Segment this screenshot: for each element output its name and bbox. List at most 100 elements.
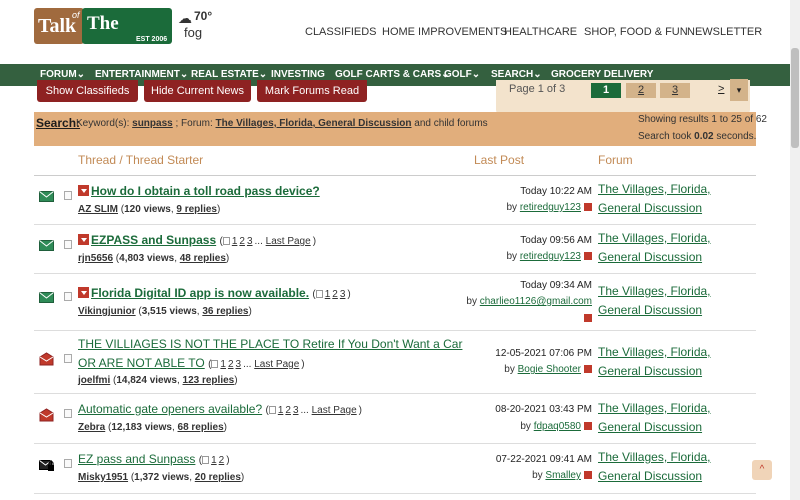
thread-last-page[interactable]: Last Page bbox=[312, 405, 357, 416]
table-row: Florida Digital ID app is now available.… bbox=[34, 274, 756, 331]
thread-page-2[interactable]: 2 bbox=[239, 236, 245, 247]
nav-real-estate[interactable]: REAL ESTATE⌄ bbox=[191, 69, 267, 80]
thread-page-1[interactable]: 1 bbox=[211, 455, 217, 466]
thread-page-3[interactable]: 3 bbox=[247, 236, 253, 247]
page-2[interactable]: 2 bbox=[626, 83, 656, 98]
top-nav-classifieds[interactable]: CLASSIFIEDS bbox=[305, 26, 377, 38]
show-classifieds-button[interactable]: Show Classifieds bbox=[37, 80, 138, 102]
top-nav-home-improvements[interactable]: HOME IMPROVEMENTS bbox=[382, 26, 507, 38]
table-row: THE VILLIAGES IS NOT THE PLACE TO Retire… bbox=[34, 331, 756, 394]
starter-name[interactable]: Zebra bbox=[78, 422, 105, 433]
go-to-last-post-icon[interactable] bbox=[584, 203, 592, 211]
top-nav-healthcare[interactable]: HEALTHCARE bbox=[504, 26, 577, 38]
last-poster[interactable]: Bogie Shooter bbox=[518, 364, 581, 375]
mark-forums-read-button[interactable]: Mark Forums Read bbox=[257, 80, 367, 102]
envelope-icon bbox=[39, 240, 54, 251]
starter-name[interactable]: joelfmi bbox=[78, 375, 110, 386]
nav-investing[interactable]: INVESTING bbox=[271, 69, 325, 80]
nav-entertainment[interactable]: ENTERTAINMENT⌄ bbox=[95, 69, 188, 80]
nav-entertainment-label: ENTERTAINMENT bbox=[95, 69, 180, 80]
reply-count[interactable]: 48 replies bbox=[180, 253, 226, 264]
last-poster[interactable]: fdpaq0580 bbox=[534, 421, 581, 432]
thread-page-1[interactable]: 1 bbox=[325, 289, 331, 300]
thread-forum[interactable]: The Villages, Florida, General Discussio… bbox=[598, 229, 756, 267]
nav-grocery-delivery[interactable]: GROCERY DELIVERY bbox=[551, 69, 653, 80]
nav-golf[interactable]: GOLF⌄ bbox=[444, 69, 480, 80]
next-page-link[interactable]: > bbox=[718, 83, 724, 95]
last-post-date: 12-05-2021 07:06 PM bbox=[495, 348, 592, 359]
thread-icon bbox=[64, 191, 72, 200]
multipage-icon bbox=[315, 290, 323, 298]
thread-forum[interactable]: The Villages, Florida, General Discussio… bbox=[598, 282, 756, 320]
thread-title[interactable]: Florida Digital ID app is now available. bbox=[91, 286, 309, 300]
last-poster[interactable]: retiredguy123 bbox=[520, 202, 581, 213]
thread-page-3[interactable]: 3 bbox=[236, 359, 242, 370]
thread-forum[interactable]: The Villages, Florida, General Discussio… bbox=[598, 448, 756, 486]
thread-page-1[interactable]: 1 bbox=[232, 236, 238, 247]
page-1[interactable]: 1 bbox=[591, 83, 621, 98]
multipage-icon bbox=[202, 456, 210, 464]
last-post-by: by fdpaq0580 bbox=[520, 421, 592, 432]
go-to-last-post-icon[interactable] bbox=[584, 471, 592, 479]
thread-starter: Zebra (12,183 views, 68 replies) bbox=[78, 422, 228, 433]
last-poster[interactable]: charlieo1126@gmail.com bbox=[480, 296, 592, 307]
search-forum[interactable]: The Villages, Florida, General Discussio… bbox=[216, 118, 412, 129]
thread-page-2[interactable]: 2 bbox=[219, 455, 225, 466]
thread-last-page[interactable]: Last Page bbox=[254, 359, 299, 370]
last-poster[interactable]: retiredguy123 bbox=[520, 251, 581, 262]
thread-page-2[interactable]: 2 bbox=[228, 359, 234, 370]
starter-name[interactable]: Misky1951 bbox=[78, 472, 128, 483]
page-3[interactable]: 3 bbox=[660, 83, 690, 98]
thread-page-3[interactable]: 3 bbox=[293, 405, 299, 416]
page-jump-dropdown[interactable]: ▾ bbox=[730, 79, 748, 101]
go-to-last-post-icon[interactable] bbox=[584, 314, 592, 322]
thread-forum[interactable]: The Villages, Florida, General Discussio… bbox=[598, 343, 756, 381]
go-to-last-post-icon[interactable] bbox=[584, 422, 592, 430]
thread-page-1[interactable]: 1 bbox=[278, 405, 284, 416]
nav-forum[interactable]: FORUM⌄ bbox=[40, 69, 85, 80]
thread-icon bbox=[64, 354, 72, 363]
thread-forum[interactable]: The Villages, Florida, General Discussio… bbox=[598, 399, 756, 437]
go-to-first-unread-icon[interactable] bbox=[78, 287, 89, 298]
reply-count[interactable]: 20 replies bbox=[195, 472, 241, 483]
last-poster[interactable]: Smalley bbox=[545, 470, 581, 481]
search-keyword[interactable]: sunpass bbox=[132, 118, 173, 129]
go-to-last-post-icon[interactable] bbox=[584, 252, 592, 260]
vertical-scrollbar[interactable] bbox=[790, 0, 800, 500]
thread-page-1[interactable]: 1 bbox=[220, 359, 226, 370]
back-to-top-button[interactable]: ^ bbox=[752, 460, 772, 480]
column-thread[interactable]: Thread / Thread Starter bbox=[78, 153, 203, 167]
reply-count[interactable]: 123 replies bbox=[183, 375, 235, 386]
thread-title[interactable]: EZPASS and Sunpass bbox=[91, 233, 216, 247]
last-post-by: by retiredguy123 bbox=[507, 202, 592, 213]
thread-title[interactable]: EZ pass and Sunpass bbox=[78, 452, 195, 466]
hide-current-news-button[interactable]: Hide Current News bbox=[144, 80, 251, 102]
thread-page-2[interactable]: 2 bbox=[285, 405, 291, 416]
reply-count[interactable]: 36 replies bbox=[202, 306, 248, 317]
thread-last-page[interactable]: Last Page bbox=[266, 236, 311, 247]
go-to-first-unread-icon[interactable] bbox=[78, 185, 89, 196]
go-to-first-unread-icon[interactable] bbox=[78, 234, 89, 245]
reply-count[interactable]: 68 replies bbox=[178, 422, 224, 433]
thread-forum[interactable]: The Villages, Florida, General Discussio… bbox=[598, 180, 756, 218]
column-last-post[interactable]: Last Post bbox=[474, 153, 524, 167]
starter-name[interactable]: AZ SLIM bbox=[78, 204, 118, 215]
nav-golf-carts[interactable]: GOLF CARTS & CARS⌄ bbox=[335, 69, 450, 80]
nav-search[interactable]: SEARCH⌄ bbox=[491, 69, 542, 80]
column-forum[interactable]: Forum bbox=[598, 153, 633, 167]
thread-page-3[interactable]: 3 bbox=[340, 289, 346, 300]
reply-count[interactable]: 9 replies bbox=[176, 204, 217, 215]
thread-starter: joelfmi (14,824 views, 123 replies) bbox=[78, 375, 238, 386]
search-label[interactable]: Search: bbox=[36, 116, 80, 130]
thread-page-2[interactable]: 2 bbox=[332, 289, 338, 300]
top-nav-newsletter[interactable]: NEWSLETTER bbox=[687, 26, 762, 38]
scrollbar-thumb[interactable] bbox=[791, 48, 799, 148]
top-nav-shop-food-fun[interactable]: SHOP, FOOD & FUN bbox=[584, 26, 688, 38]
thread-title[interactable]: Automatic gate openers available? bbox=[78, 402, 262, 416]
go-to-last-post-icon[interactable] bbox=[584, 365, 592, 373]
thread-title[interactable]: How do I obtain a toll road pass device? bbox=[91, 184, 320, 198]
site-logo[interactable]: Talk The Villages of EST 2006 bbox=[34, 8, 172, 66]
starter-name[interactable]: rjn5656 bbox=[78, 253, 113, 264]
starter-name[interactable]: Vikingjunior bbox=[78, 306, 136, 317]
last-post-date: Today 09:56 AM bbox=[520, 235, 592, 246]
